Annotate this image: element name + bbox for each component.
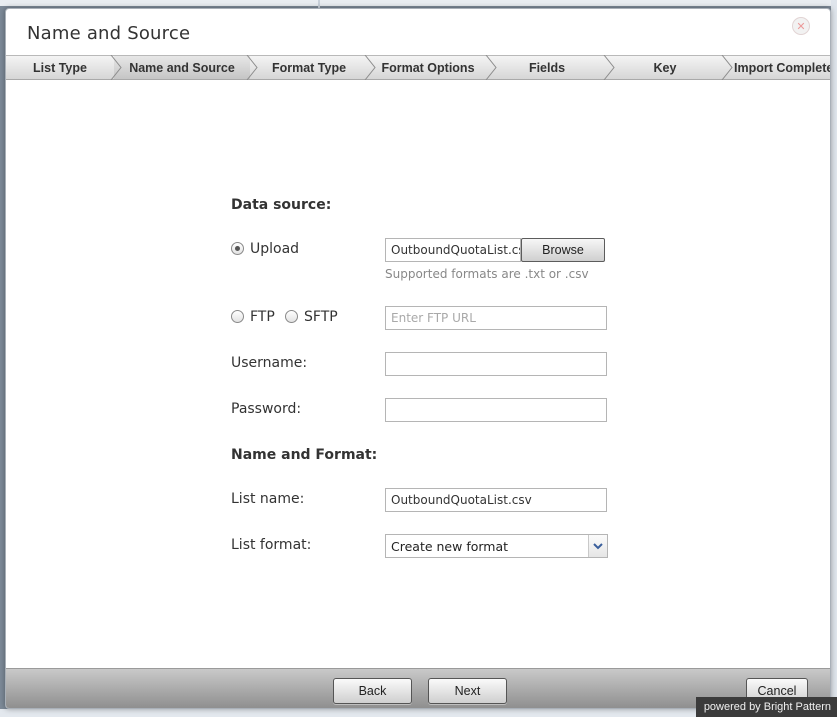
sftp-radio[interactable] (285, 310, 298, 323)
ftp-radio[interactable] (231, 310, 244, 323)
dialog-title: Name and Source (27, 23, 191, 44)
step-separator-icon (485, 55, 497, 80)
step-separator-icon (603, 55, 615, 80)
form-content: Data source: Upload OutboundQuotaList.cs… (6, 81, 830, 671)
step-format-type[interactable]: Format Type (250, 56, 368, 79)
background-divider (318, 0, 320, 8)
step-name-and-source[interactable]: Name and Source (114, 56, 250, 79)
list-format-value: Create new format (391, 538, 509, 554)
powered-by-badge: powered by Bright Pattern (695, 697, 837, 717)
wizard-dialog: Name and Source ✕ List Type Name and Sou… (5, 8, 831, 709)
background-app-top (0, 0, 837, 6)
upload-label: Upload (250, 241, 300, 257)
ftp-url-input[interactable]: Enter FTP URL (385, 306, 607, 330)
list-name-label: List name: (231, 491, 305, 507)
step-key[interactable]: Key (606, 56, 724, 79)
username-input[interactable] (385, 352, 607, 376)
step-list-type[interactable]: List Type (6, 56, 114, 79)
step-fields[interactable]: Fields (488, 56, 606, 79)
data-source-heading: Data source: (231, 197, 332, 213)
step-label: Fields (528, 60, 566, 75)
password-label: Password: (231, 401, 302, 417)
list-name-input[interactable]: OutboundQuotaList.csv (385, 488, 607, 512)
step-separator-icon (364, 55, 376, 80)
step-label: Format Type (271, 60, 347, 75)
step-label: Name and Source (129, 60, 235, 75)
step-label: Import Complete (734, 60, 831, 75)
step-label: Format Options (381, 60, 475, 75)
supported-formats-hint: Supported formats are .txt or .csv (385, 267, 589, 281)
step-separator-icon (721, 55, 733, 80)
step-separator-icon (246, 55, 258, 80)
step-format-options[interactable]: Format Options (368, 56, 488, 79)
step-label: List Type (33, 60, 87, 75)
browse-button[interactable]: Browse (521, 238, 605, 262)
name-and-format-heading: Name and Format: (231, 447, 378, 463)
step-separator-icon (110, 55, 122, 80)
step-label: Key (653, 60, 677, 75)
upload-file-field[interactable]: OutboundQuotaList.csv (385, 238, 521, 262)
close-icon: ✕ (796, 19, 806, 33)
sftp-label: SFTP (304, 309, 338, 325)
password-input[interactable] (385, 398, 607, 422)
list-format-select[interactable]: Create new format (385, 534, 608, 558)
wizard-steps: List Type Name and Source Format Type Fo… (6, 55, 831, 80)
back-button[interactable]: Back (333, 678, 412, 704)
next-button[interactable]: Next (428, 678, 507, 704)
chevron-down-icon[interactable] (588, 535, 607, 557)
background-app-right (831, 0, 837, 717)
step-import-complete[interactable]: Import Complete (724, 56, 831, 79)
upload-radio[interactable] (231, 242, 244, 255)
close-button[interactable]: ✕ (792, 17, 810, 35)
username-label: Username: (231, 355, 308, 371)
list-format-label: List format: (231, 537, 312, 553)
ftp-label: FTP (250, 309, 275, 325)
